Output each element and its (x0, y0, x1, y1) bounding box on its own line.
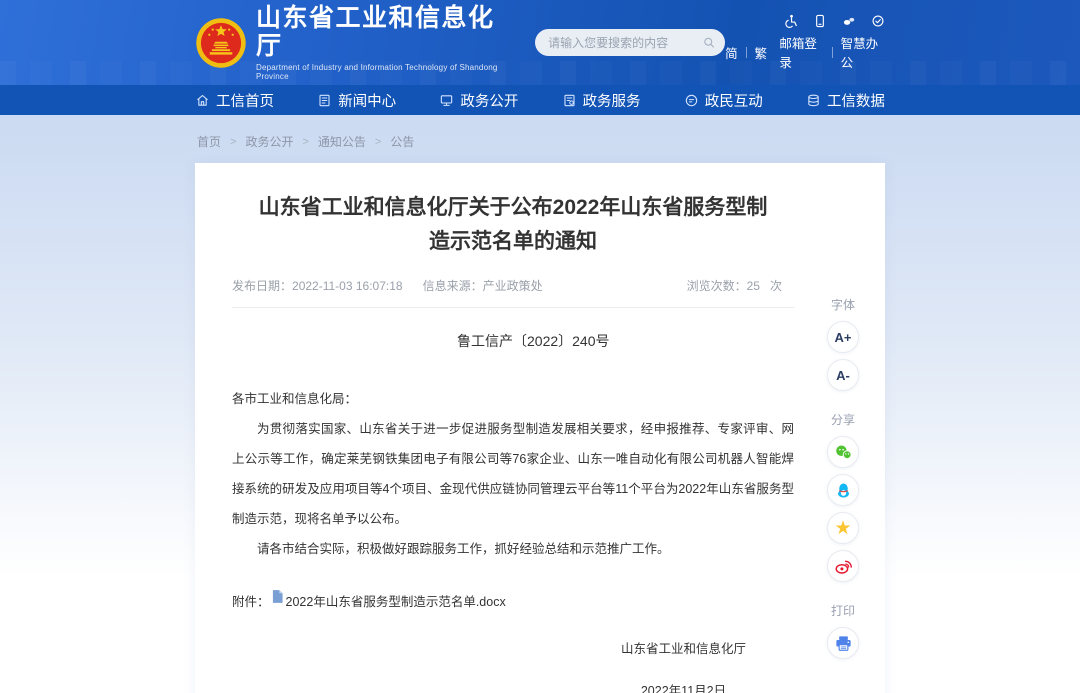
salutation: 各市工业和信息化局： (232, 384, 794, 414)
header-quick-links: 简 繁 邮箱登录 智慧办公 (725, 33, 885, 71)
site-subtitle: Department of Industry and Information T… (256, 63, 507, 81)
link-traditional-chinese[interactable]: 繁 (754, 43, 767, 62)
search-box[interactable] (535, 29, 725, 56)
wechat-icon (834, 443, 853, 462)
attachment-link[interactable]: 2022年山东省服务型制造示范名单.docx (286, 591, 506, 610)
article-meta: 发布日期：2022-11-03 16:07:18 信息来源：产业政策处 浏览次数… (232, 277, 794, 308)
nav-item-interaction[interactable]: 政民互动 (684, 90, 763, 111)
view-count: 浏览次数：25次 (687, 277, 794, 294)
qzone-star-icon: ★ (834, 519, 851, 538)
accessibility-icon[interactable] (784, 14, 798, 28)
printer-icon (834, 634, 853, 653)
nav-item-data[interactable]: 工信数据 (806, 90, 885, 111)
signature-date: 2022年11月2日 (621, 680, 746, 693)
nav-item-news[interactable]: 新闻中心 (317, 90, 396, 111)
smart-service-icon[interactable] (871, 14, 885, 28)
share-weibo-button[interactable] (827, 550, 859, 582)
search-input[interactable] (548, 36, 703, 50)
service-doc-icon (562, 93, 577, 108)
news-icon (317, 93, 332, 108)
share-qq-button[interactable] (827, 474, 859, 506)
link-simplified-chinese[interactable]: 简 (725, 43, 738, 62)
breadcrumb-disclosure[interactable]: 政务公开 (245, 133, 293, 150)
nav-label: 新闻中心 (338, 90, 396, 111)
article-card: 山东省工业和信息化厅关于公布2022年山东省服务型制造示范名单的通知 发布日期：… (195, 163, 885, 693)
hearing-icon[interactable] (842, 14, 856, 28)
divider (832, 47, 833, 58)
print-button[interactable] (827, 627, 859, 659)
attachment-row: 附件： 2022年山东省服务型制造示范名单.docx (232, 591, 794, 610)
weibo-icon (834, 557, 853, 576)
publish-date: 发布日期：2022-11-03 16:07:18 (232, 277, 403, 294)
font-increase-button[interactable]: A+ (827, 321, 859, 353)
site-header: 山东省工业和信息化厅 Department of Industry and In… (0, 0, 1080, 85)
article-title: 山东省工业和信息化厅关于公布2022年山东省服务型制造示范名单的通知 (251, 191, 775, 259)
disclosure-monitor-icon (439, 93, 454, 108)
breadcrumb-separator: > (230, 136, 236, 148)
body-paragraph: 请各市结合实际，积极做好跟踪服务工作，抓好经验总结和示范推广工作。 (232, 534, 794, 564)
nav-label: 工信首页 (216, 90, 274, 111)
info-source: 信息来源：产业政策处 (423, 277, 543, 294)
share-label: 分享 (831, 411, 855, 428)
body-paragraph: 为贯彻落实国家、山东省关于进一步促进服务型制造发展相关要求，经申报推荐、专家评审… (232, 414, 794, 534)
page-background: 首页 > 政务公开 > 通知公告 > 公告 山东省工业和信息化厅关于公布2022… (0, 115, 1080, 693)
attachment-label: 附件： (232, 591, 270, 610)
share-wechat-button[interactable] (827, 436, 859, 468)
nav-item-services[interactable]: 政务服务 (562, 90, 641, 111)
signature-org: 山东省工业和信息化厅 (621, 638, 746, 657)
tool-rail: 字体 A+ A- 分享 (819, 296, 867, 665)
nav-item-disclosure[interactable]: 政务公开 (439, 90, 518, 111)
font-decrease-button[interactable]: A- (827, 359, 859, 391)
nav-label: 政民互动 (705, 90, 763, 111)
breadcrumb-separator: > (302, 136, 308, 148)
site-title: 山东省工业和信息化厅 (256, 4, 507, 60)
share-qzone-button[interactable]: ★ (827, 512, 859, 544)
print-label: 打印 (831, 602, 855, 619)
link-smart-office[interactable]: 智慧办公 (841, 33, 885, 71)
qq-icon (834, 481, 853, 500)
font-size-label: 字体 (831, 296, 855, 313)
breadcrumb-announcement[interactable]: 公告 (390, 133, 414, 150)
nav-label: 工信数据 (827, 90, 885, 111)
divider (746, 47, 747, 58)
mobile-icon[interactable] (813, 14, 827, 28)
link-mail-login[interactable]: 邮箱登录 (779, 33, 823, 71)
national-emblem-icon (195, 17, 247, 69)
breadcrumb-separator: > (375, 136, 381, 148)
breadcrumb-notices[interactable]: 通知公告 (318, 133, 366, 150)
home-icon (195, 93, 210, 108)
breadcrumb: 首页 > 政务公开 > 通知公告 > 公告 (195, 115, 885, 163)
signature-block: 山东省工业和信息化厅 2022年11月2日 (232, 638, 794, 693)
main-nav: 工信首页 新闻中心 政务公开 政务服务 (0, 85, 1080, 115)
nav-label: 政务公开 (460, 90, 518, 111)
site-logo[interactable]: 山东省工业和信息化厅 Department of Industry and In… (195, 4, 507, 81)
breadcrumb-home[interactable]: 首页 (197, 133, 221, 150)
document-number: 鲁工信产〔2022〕240号 (457, 331, 794, 351)
interaction-icon (684, 93, 699, 108)
data-icon (806, 93, 821, 108)
doc-file-icon (272, 590, 283, 603)
nav-item-home[interactable]: 工信首页 (195, 90, 274, 111)
search-icon[interactable] (703, 35, 715, 50)
nav-label: 政务服务 (583, 90, 641, 111)
